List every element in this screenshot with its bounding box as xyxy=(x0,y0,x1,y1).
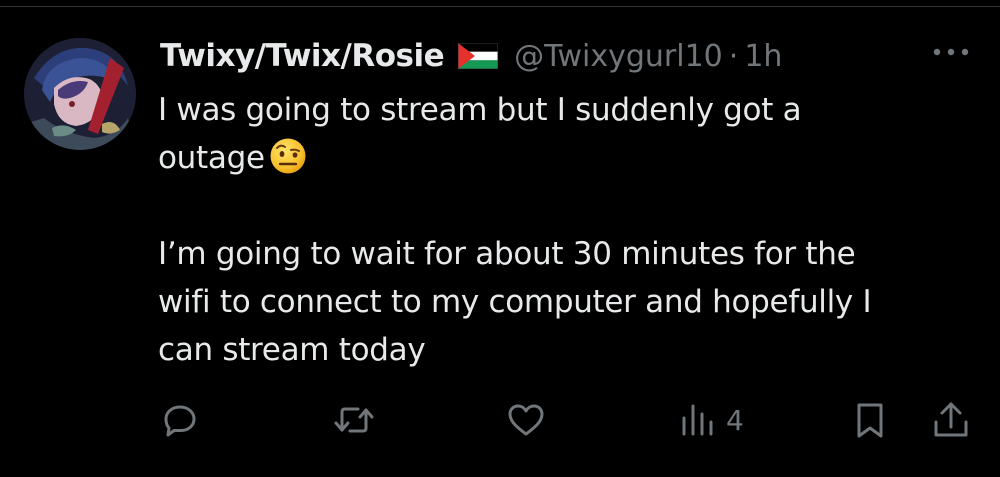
tweet-text-line: can stream today xyxy=(158,332,426,368)
like-icon xyxy=(505,400,547,440)
face-with-raised-eyebrow-emoji-icon xyxy=(269,137,307,175)
display-name[interactable]: Twixy/Twix/Rosie xyxy=(160,38,445,74)
tweet-text-line: I’m going to wait for about 30 minutes f… xyxy=(158,236,856,272)
palestine-flag-icon xyxy=(458,43,499,69)
reply-icon xyxy=(160,400,200,440)
avatar[interactable] xyxy=(24,38,136,150)
views-count: 4 xyxy=(726,403,744,437)
timestamp[interactable]: 1h xyxy=(744,39,782,74)
retweet-button[interactable] xyxy=(332,395,376,445)
retweet-icon xyxy=(332,400,376,440)
share-icon xyxy=(930,400,972,440)
share-button[interactable] xyxy=(930,395,972,445)
reply-button[interactable] xyxy=(160,395,200,445)
like-button[interactable] xyxy=(505,395,547,445)
tweet-text-line-with-emoji: outage xyxy=(158,134,978,182)
tweet-text-line: wifi to connect to my computer and hopef… xyxy=(158,284,872,320)
tweet-text-line: I was going to stream but I suddenly got… xyxy=(158,92,802,128)
tweet[interactable]: Twixy/Twix/Rosie @Twixygurl10 · 1h I was… xyxy=(0,0,1000,477)
action-bar: 4 xyxy=(0,395,1000,445)
views-icon xyxy=(680,400,716,440)
views-button[interactable]: 4 xyxy=(680,395,744,445)
bookmark-icon xyxy=(852,400,888,440)
more-options-icon[interactable] xyxy=(926,40,976,64)
tweet-header: Twixy/Twix/Rosie @Twixygurl10 · 1h xyxy=(160,28,782,84)
tweet-text: I was going to stream but I suddenly got… xyxy=(158,86,978,374)
bookmark-button[interactable] xyxy=(852,395,888,445)
tweet-text-line: outage xyxy=(158,140,265,176)
separator-dot: · xyxy=(728,38,739,74)
handle[interactable]: @Twixygurl10 xyxy=(514,39,723,74)
